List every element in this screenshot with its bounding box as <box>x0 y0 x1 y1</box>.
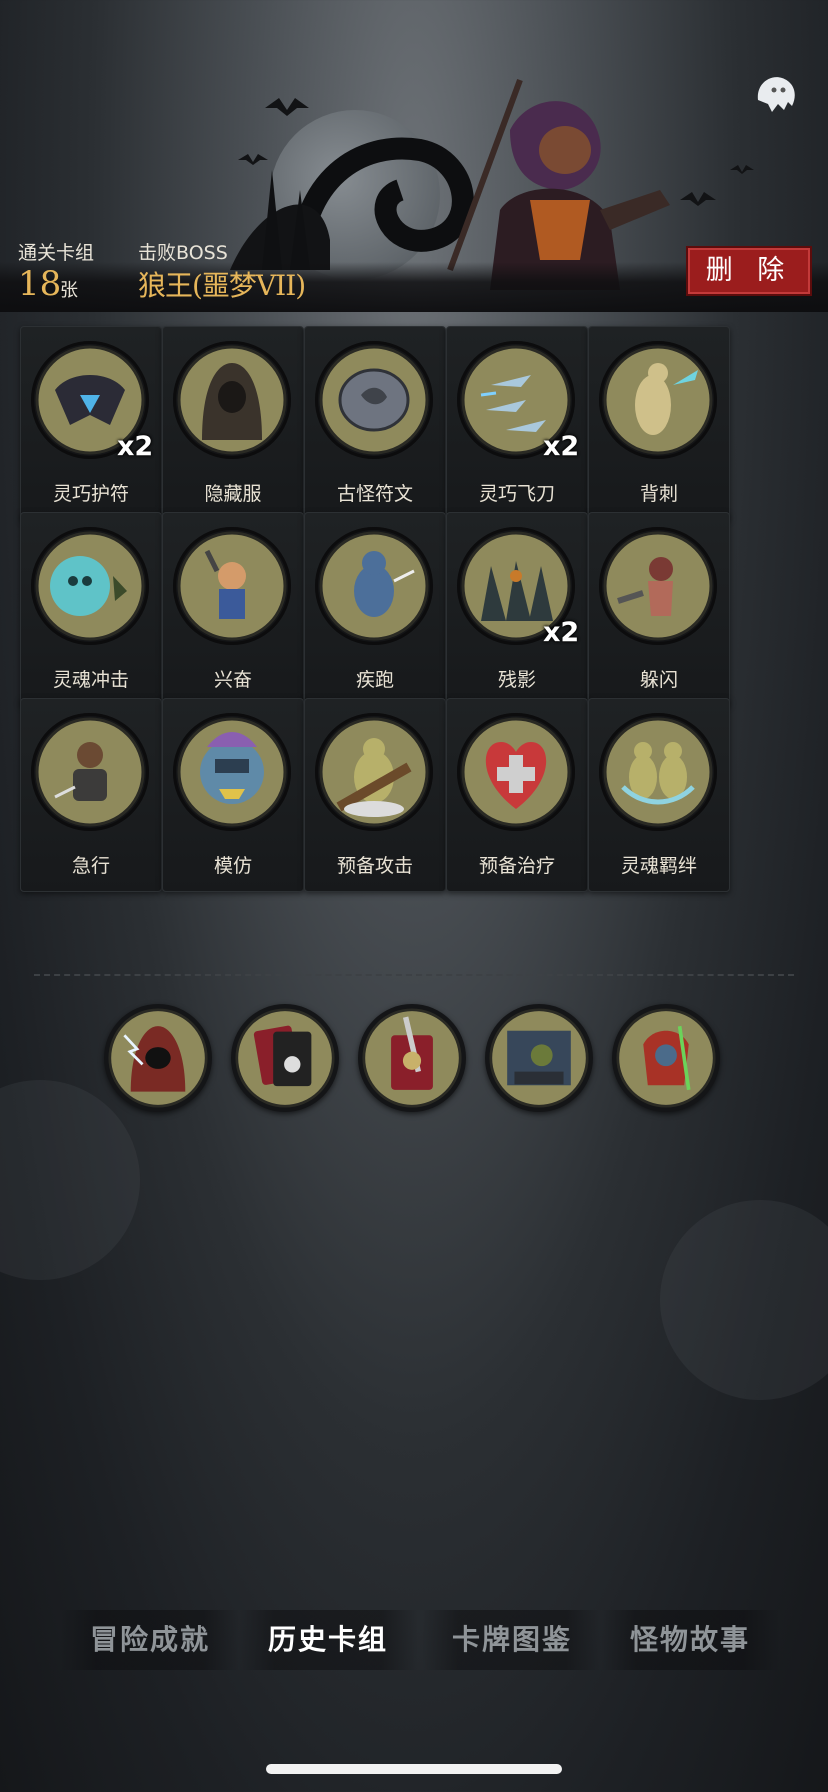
tab-card-compendium[interactable]: 卡牌图鉴 <box>422 1610 602 1670</box>
header-banner: 通关卡组 18 张 击败BOSS 狼王(噩梦VII) 删 除 <box>0 0 828 320</box>
jester-blade-icon[interactable] <box>612 1004 720 1112</box>
bottom-tab-bar: 冒险成就 历史卡组 卡牌图鉴 怪物故事 <box>60 1610 780 1670</box>
skull-card-icon[interactable] <box>231 1004 339 1112</box>
deck-card[interactable]: 兴奋 <box>162 512 304 706</box>
card-label: 模仿 <box>213 855 252 877</box>
defeated-boss-label: 击败BOSS <box>138 242 228 264</box>
card-label: 预备攻击 <box>336 855 413 877</box>
deck-card[interactable]: 灵魂羁绊 <box>588 698 730 892</box>
ghost-icon[interactable] <box>748 66 804 122</box>
backstab-icon <box>599 341 717 459</box>
mimic-goblin-icon <box>173 713 291 831</box>
card-quantity-badge: x2 <box>543 617 580 648</box>
card-unit: 张 <box>60 280 78 301</box>
boss-name: 狼王(噩梦VII) <box>138 269 306 302</box>
cleared-deck-label: 通关卡组 <box>18 242 95 264</box>
deck-card[interactable]: x2 灵巧飞刀 <box>446 326 588 520</box>
deck-card[interactable]: x2 灵巧护符 <box>20 326 162 520</box>
card-quantity-badge: x2 <box>543 431 580 462</box>
deck-card[interactable]: 灵魂冲击 <box>20 512 162 706</box>
card-count: 18 <box>18 264 62 304</box>
rush-icon <box>31 713 149 831</box>
background-blur-circle <box>660 1200 828 1400</box>
card-label: 兴奋 <box>213 669 252 691</box>
card-label: 灵魂冲击 <box>52 669 129 691</box>
card-quantity-badge: x2 <box>117 431 154 462</box>
dodge-icon <box>599 527 717 645</box>
excited-dwarf-icon <box>173 527 291 645</box>
heart-heal-icon <box>457 713 575 831</box>
card-label: 灵巧飞刀 <box>478 483 555 505</box>
deck-card[interactable]: 预备攻击 <box>304 698 446 892</box>
treasure-room-icon[interactable] <box>485 1004 593 1112</box>
hood-cloak-icon <box>173 341 291 459</box>
tab-history-deck[interactable]: 历史卡组 <box>238 1610 418 1670</box>
deck-card[interactable]: 预备治疗 <box>446 698 588 892</box>
card-label: 疾跑 <box>355 669 394 691</box>
card-label: 隐藏服 <box>204 483 262 505</box>
sprint-icon <box>315 527 433 645</box>
card-label: 背刺 <box>639 483 678 505</box>
tab-monster-stories[interactable]: 怪物故事 <box>600 1610 780 1670</box>
card-label: 躲闪 <box>639 669 678 691</box>
home-indicator[interactable] <box>266 1764 562 1774</box>
card-label: 急行 <box>71 855 110 877</box>
soul-bond-icon <box>599 713 717 831</box>
card-label: 预备治疗 <box>478 855 555 877</box>
deck-card[interactable]: 疾跑 <box>304 512 446 706</box>
card-label: 灵魂羁绊 <box>620 855 697 877</box>
rune-stone-icon <box>315 341 433 459</box>
delete-button[interactable]: 删 除 <box>686 246 812 296</box>
soul-blast-icon <box>31 527 149 645</box>
deck-card[interactable]: 背刺 <box>588 326 730 520</box>
ready-attack-icon <box>315 713 433 831</box>
deck-card[interactable]: 模仿 <box>162 698 304 892</box>
sword-card-icon[interactable] <box>358 1004 466 1112</box>
background-blur-circle <box>0 1080 140 1280</box>
deck-card[interactable]: 躲闪 <box>588 512 730 706</box>
deck-card[interactable]: 隐藏服 <box>162 326 304 520</box>
deck-card[interactable]: 急行 <box>20 698 162 892</box>
tab-adventure-achievements[interactable]: 冒险成就 <box>60 1610 240 1670</box>
deck-card[interactable]: x2 残影 <box>446 512 588 706</box>
section-divider <box>34 974 794 976</box>
card-label: 残影 <box>497 669 536 691</box>
card-label: 古怪符文 <box>336 483 413 505</box>
card-label: 灵巧护符 <box>52 483 129 505</box>
lightning-hood-icon[interactable] <box>104 1004 212 1112</box>
deck-card[interactable]: 古怪符文 <box>304 326 446 520</box>
